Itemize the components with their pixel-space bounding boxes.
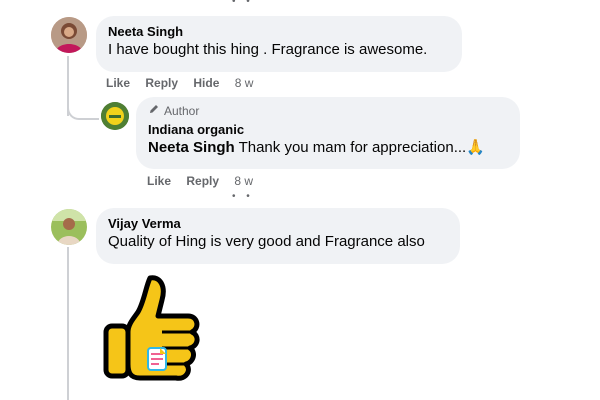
- avatar[interactable]: [101, 102, 129, 130]
- thread-continuation-dots: • •: [232, 0, 254, 7]
- comment-actions: Like Reply 8 w: [147, 173, 265, 189]
- hide-button[interactable]: Hide: [193, 76, 219, 90]
- comment-bubble: Neeta Singh I have bought this hing . Fr…: [96, 16, 462, 72]
- author-badge: Author: [148, 103, 508, 119]
- comment-text: Neeta Singh Thank you mam for appreciati…: [148, 138, 508, 158]
- comment-text: I have bought this hing . Fragrance is a…: [108, 41, 428, 58]
- reply-text: Thank you mam for appreciation...🙏: [234, 139, 485, 156]
- comment-bubble: Vijay Verma Quality of Hing is very good…: [96, 208, 460, 264]
- reply-button[interactable]: Reply: [186, 174, 219, 188]
- thumbs-up-sticker[interactable]: [100, 272, 210, 384]
- like-button[interactable]: Like: [147, 174, 171, 188]
- thread-connector: [67, 98, 99, 120]
- avatar[interactable]: [51, 17, 87, 53]
- author-badge-label: Author: [164, 104, 200, 118]
- comment-author[interactable]: Vijay Verma: [108, 216, 448, 232]
- comment-author[interactable]: Neeta Singh: [108, 24, 450, 40]
- timestamp[interactable]: 8 w: [235, 76, 254, 90]
- mention-link[interactable]: Neeta Singh: [148, 139, 235, 156]
- comment-text: Quality of Hing is very good and Fragran…: [108, 233, 425, 250]
- thread-line: [67, 247, 69, 400]
- reply-bubble: Author Indiana organic Neeta Singh Thank…: [136, 97, 520, 169]
- comment-author[interactable]: Indiana organic: [148, 122, 508, 138]
- thread-continuation-dots: • •: [232, 191, 254, 202]
- like-button[interactable]: Like: [106, 76, 130, 90]
- comment-actions: Like Reply Hide 8 w: [106, 75, 265, 91]
- reply-button[interactable]: Reply: [145, 76, 178, 90]
- avatar[interactable]: [51, 209, 87, 245]
- timestamp[interactable]: 8 w: [234, 174, 253, 188]
- pencil-icon: [148, 103, 160, 119]
